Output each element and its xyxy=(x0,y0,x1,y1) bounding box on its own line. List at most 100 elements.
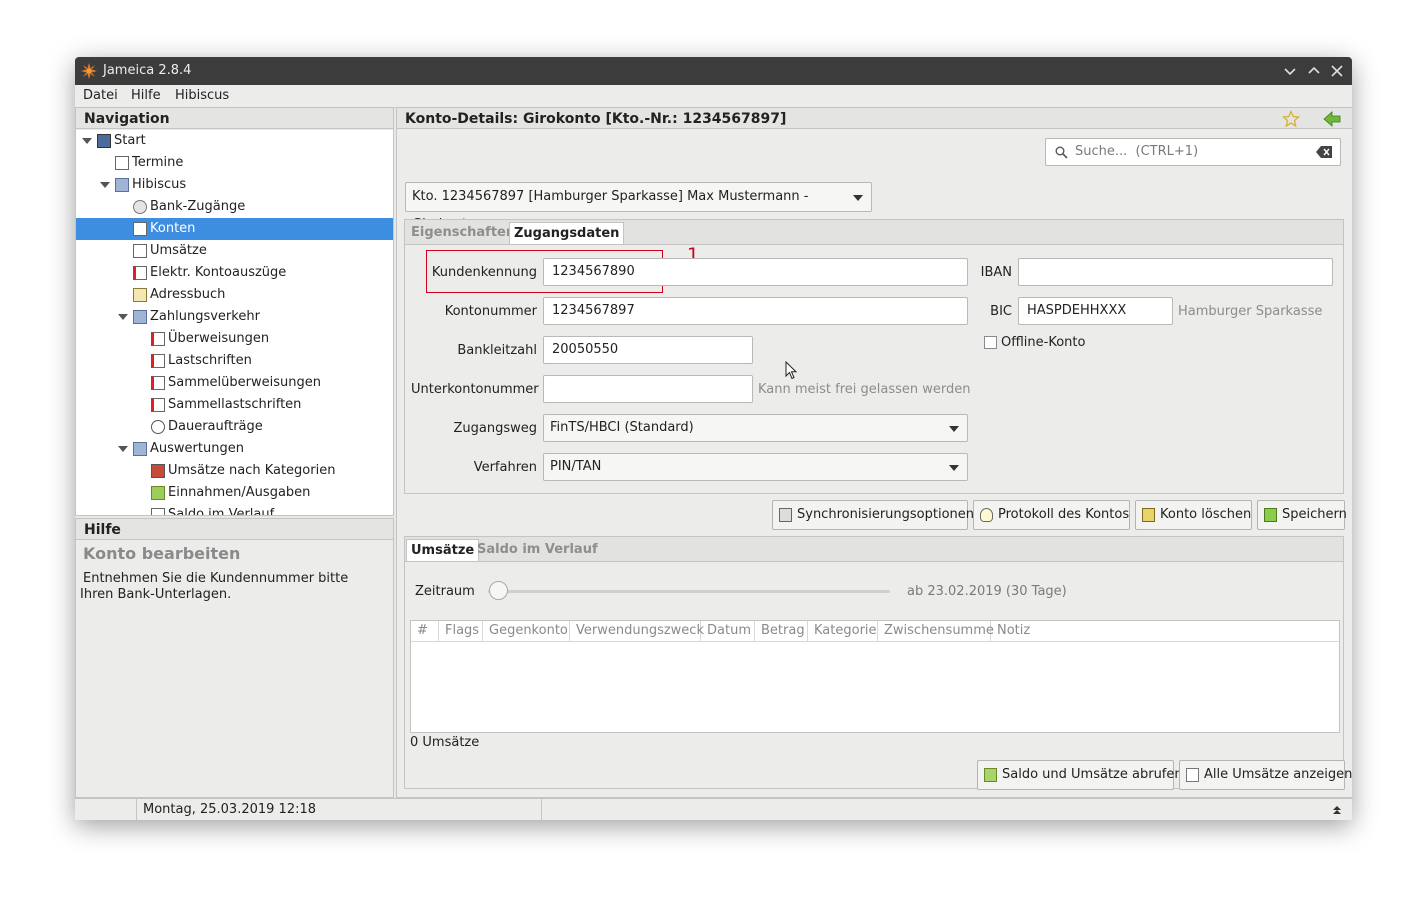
show-all-transactions-button[interactable]: Alle Umsätze anzeigen xyxy=(1179,760,1352,790)
search-placeholder: Suche... (CTRL+1) xyxy=(1075,144,1199,159)
zeitraum-value: ab 23.02.2019 (30 Tage) xyxy=(907,584,1067,599)
expand-up-icon[interactable] xyxy=(1331,804,1343,816)
transfer-icon xyxy=(151,332,165,346)
column-header[interactable]: Gegenkonto xyxy=(483,621,570,641)
button-label: Protokoll des Kontos xyxy=(998,507,1130,522)
sync-options-button[interactable]: Synchronisierungsoptionen xyxy=(772,500,974,530)
zeitraum-slider-track[interactable] xyxy=(488,590,890,593)
verfahren-select[interactable]: PIN/TAN xyxy=(543,453,968,481)
help-title: Hilfe xyxy=(76,519,393,540)
column-header[interactable]: Zwischensumme xyxy=(878,621,994,641)
nav-item-einnahmen-ausgaben[interactable]: Einnahmen/Ausgaben xyxy=(76,482,393,504)
search-input[interactable]: Suche... (CTRL+1) xyxy=(1045,138,1341,166)
folder-icon xyxy=(115,178,129,192)
iban-field[interactable] xyxy=(1018,258,1333,286)
bic-field[interactable]: HASPDEHHXXX xyxy=(1018,297,1173,325)
column-header[interactable]: Flags xyxy=(439,621,483,641)
nav-item-umsaetze-kategorien[interactable]: Umsätze nach Kategorien xyxy=(76,460,393,482)
nav-item-sammellastschriften[interactable]: Sammellastschriften xyxy=(76,394,393,416)
menu-hibiscus[interactable]: Hibiscus xyxy=(175,88,229,103)
column-header[interactable]: # xyxy=(411,621,439,641)
nav-item-start[interactable]: Start xyxy=(76,130,393,152)
nav-item-saldo-verlauf[interactable]: Saldo im Verlauf xyxy=(76,504,393,515)
save-icon xyxy=(1264,508,1277,522)
expand-arrow-icon[interactable] xyxy=(118,314,128,320)
save-button[interactable]: Speichern xyxy=(1257,500,1347,530)
chevron-down-icon xyxy=(853,195,863,201)
minimize-icon[interactable] xyxy=(1280,61,1300,81)
category-icon xyxy=(151,464,165,478)
unterkontonummer-field[interactable] xyxy=(543,375,753,403)
bankleitzahl-field[interactable]: 20050550 xyxy=(543,336,753,364)
clock-icon xyxy=(151,420,165,434)
nav-item-kontoauszuege[interactable]: Elektr. Kontoauszüge xyxy=(76,262,393,284)
nav-label: Umsätze xyxy=(150,243,207,258)
nav-label: Start xyxy=(114,133,146,148)
tab-eigenschaften[interactable]: Eigenschaften xyxy=(407,222,519,244)
expand-arrow-icon[interactable] xyxy=(118,446,128,452)
page-title: Konto-Details: Girokonto [Kto.-Nr.: 1234… xyxy=(397,108,1352,129)
tab-umsaetze[interactable]: Umsätze xyxy=(406,539,480,561)
unterkonto-hint: Kann meist frei gelassen werden xyxy=(758,382,971,397)
delete-account-button[interactable]: Konto löschen xyxy=(1135,500,1252,530)
kundenkennung-field[interactable]: 1234567890 xyxy=(543,258,968,286)
kontonummer-label: Kontonummer xyxy=(444,304,537,319)
nav-item-ueberweisungen[interactable]: Überweisungen xyxy=(76,328,393,350)
document-icon xyxy=(1186,768,1199,782)
verfahren-value: PIN/TAN xyxy=(550,459,602,474)
nav-label: Umsätze nach Kategorien xyxy=(168,463,336,478)
tab-zugangsdaten[interactable]: Zugangsdaten xyxy=(509,222,625,244)
column-header[interactable]: Notiz xyxy=(991,621,1051,641)
navigation-pane: Navigation Start Termine Hibiscus Bank-Z… xyxy=(75,107,394,516)
chevron-down-icon xyxy=(949,426,959,432)
nav-item-hibiscus[interactable]: Hibiscus xyxy=(76,174,393,196)
button-label: Konto löschen xyxy=(1160,507,1252,522)
status-divider xyxy=(136,799,137,820)
nav-label: Sammelüberweisungen xyxy=(168,375,321,390)
close-icon[interactable] xyxy=(1327,61,1347,81)
nav-item-lastschriften[interactable]: Lastschriften xyxy=(76,350,393,372)
nav-label: Einnahmen/Ausgaben xyxy=(168,485,311,500)
menu-hilfe[interactable]: Hilfe xyxy=(131,88,161,103)
tab-saldo-verlauf[interactable]: Saldo im Verlauf xyxy=(473,539,602,561)
nav-item-dauerauftraege[interactable]: Daueraufträge xyxy=(76,416,393,438)
zugangsweg-value: FinTS/HBCI (Standard) xyxy=(550,420,694,435)
expand-arrow-icon[interactable] xyxy=(82,138,92,144)
lower-tab-strip: Umsätze Saldo im Verlauf xyxy=(405,537,1343,562)
clear-search-icon[interactable] xyxy=(1316,146,1332,158)
nav-item-sammelueberweisungen[interactable]: Sammelüberweisungen xyxy=(76,372,393,394)
account-select[interactable]: Kto. 1234567897 [Hamburger Sparkasse] Ma… xyxy=(405,182,872,232)
nav-item-umsaetze[interactable]: Umsätze xyxy=(76,240,393,262)
nav-item-auswertungen[interactable]: Auswertungen xyxy=(76,438,393,460)
help-heading: Konto bearbeiten xyxy=(83,544,241,563)
application-window: Jameica 2.8.4 Datei Hilfe Hibiscus Navig… xyxy=(75,57,1352,820)
offline-checkbox[interactable] xyxy=(984,336,997,349)
nav-item-adressbuch[interactable]: Adressbuch xyxy=(76,284,393,306)
nav-item-bank-zugaenge[interactable]: Bank-Zugänge xyxy=(76,196,393,218)
nav-item-zahlungsverkehr[interactable]: Zahlungsverkehr xyxy=(76,306,393,328)
batch-transfer-icon xyxy=(151,376,165,390)
account-log-button[interactable]: Protokoll des Kontos xyxy=(973,500,1130,530)
star-icon[interactable] xyxy=(1282,110,1300,128)
zugangsweg-select[interactable]: FinTS/HBCI (Standard) xyxy=(543,414,968,442)
expand-arrow-icon[interactable] xyxy=(100,182,110,188)
fetch-balance-button[interactable]: Saldo und Umsätze abrufen xyxy=(977,760,1183,790)
nav-item-konten[interactable]: Konten xyxy=(76,218,393,240)
maximize-icon[interactable] xyxy=(1304,61,1324,81)
column-header[interactable]: Kategorie xyxy=(808,621,878,641)
column-header[interactable]: Betrag xyxy=(755,621,808,641)
column-header[interactable]: Datum xyxy=(701,621,755,641)
nav-label: Termine xyxy=(132,155,184,170)
menu-datei[interactable]: Datei xyxy=(83,88,118,103)
status-divider xyxy=(541,799,542,820)
column-header[interactable]: Verwendungszweck xyxy=(570,621,704,641)
table-header: # Flags Gegenkonto Verwendungszweck Datu… xyxy=(411,621,1339,642)
wrench-icon xyxy=(779,508,792,522)
back-arrow-icon[interactable] xyxy=(1322,110,1342,128)
kontonummer-field[interactable]: 1234567897 xyxy=(543,297,968,325)
unterkontonummer-label: Unterkontonummer xyxy=(411,382,539,397)
zeitraum-slider-thumb[interactable] xyxy=(489,581,508,600)
bankleitzahl-label: Bankleitzahl xyxy=(457,343,537,358)
nav-label: Adressbuch xyxy=(150,287,226,302)
nav-item-termine[interactable]: Termine xyxy=(76,152,393,174)
